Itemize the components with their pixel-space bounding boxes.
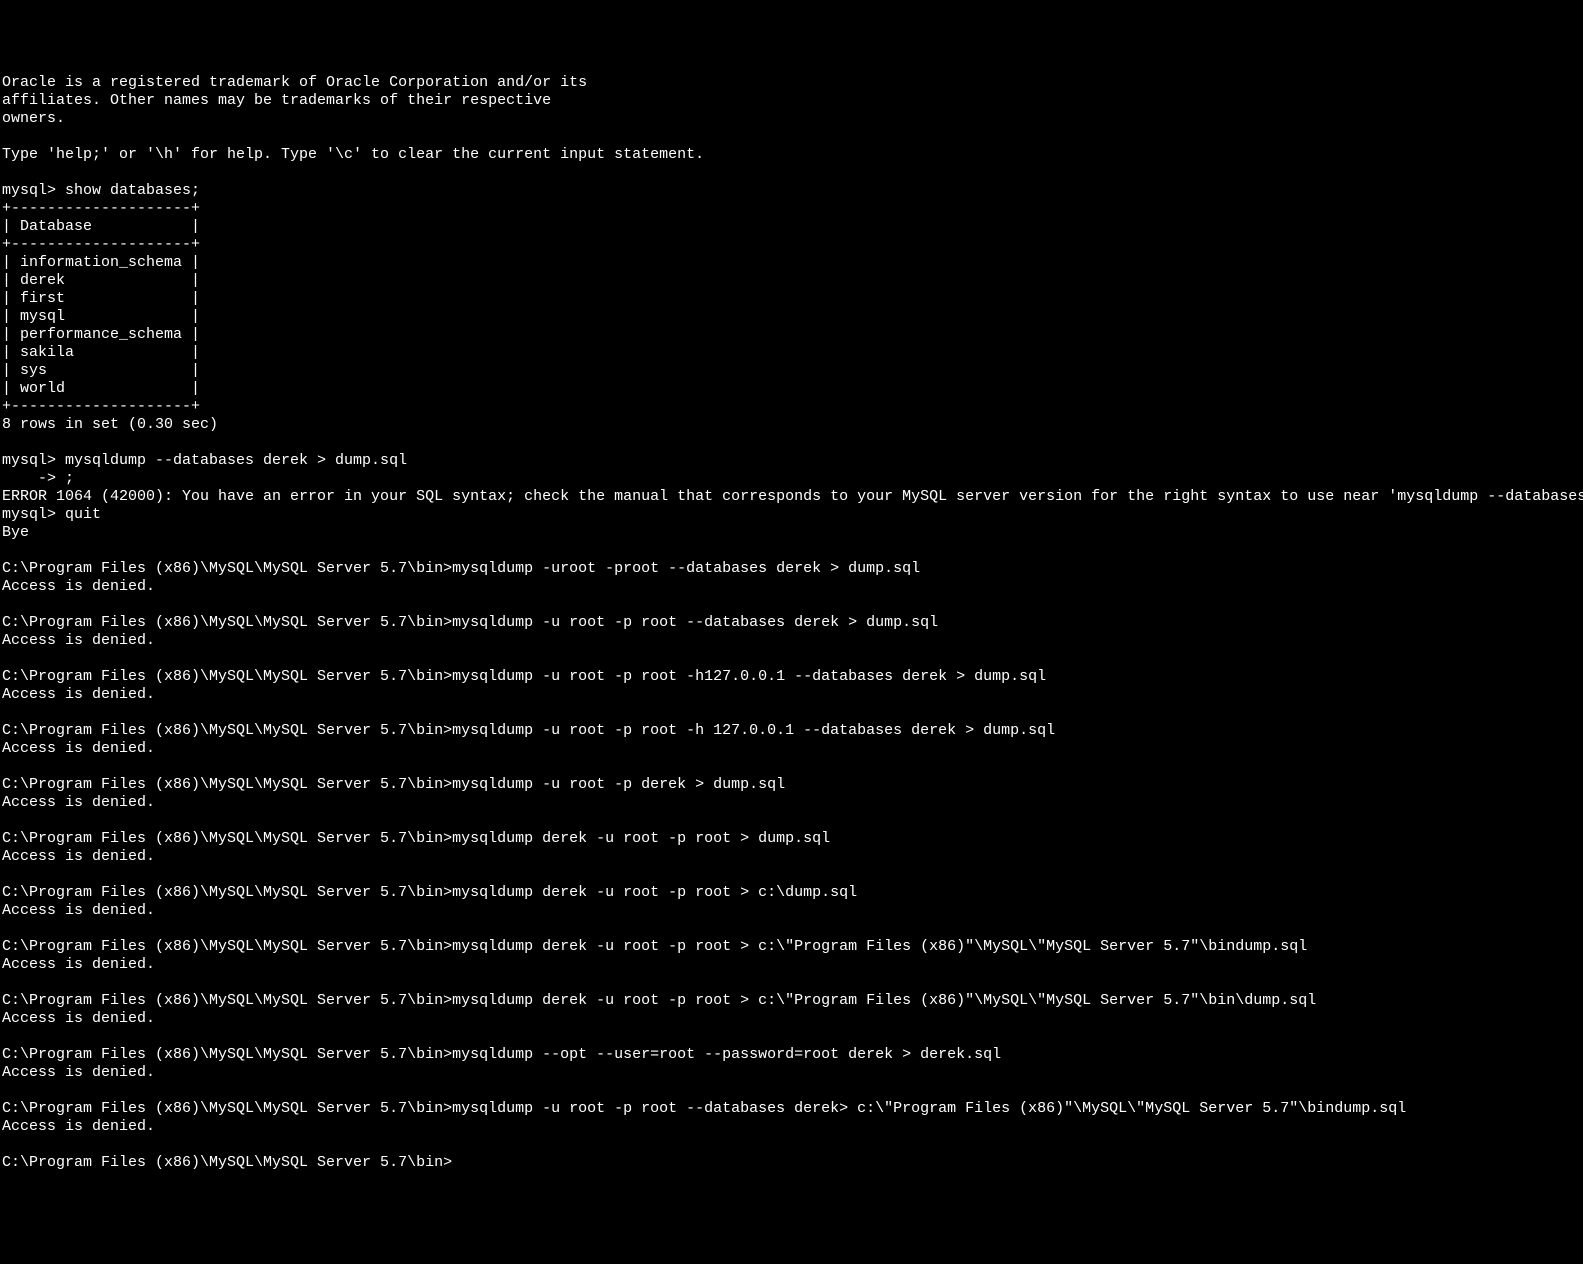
intro-line-3: owners. bbox=[2, 110, 65, 127]
table-border-bot: +--------------------+ bbox=[2, 398, 200, 415]
mysql-prompt-quit: mysql> quit bbox=[2, 506, 101, 523]
access-denied-7: Access is denied. bbox=[2, 902, 155, 919]
cmd-prompt-current[interactable]: C:\Program Files (x86)\MySQL\MySQL Serve… bbox=[2, 1154, 452, 1171]
table-row: | derek | bbox=[2, 272, 200, 289]
cmd-attempt-6: C:\Program Files (x86)\MySQL\MySQL Serve… bbox=[2, 830, 830, 847]
table-row: | mysql | bbox=[2, 308, 200, 325]
intro-line-1: Oracle is a registered trademark of Orac… bbox=[2, 74, 587, 91]
cmd-attempt-9: C:\Program Files (x86)\MySQL\MySQL Serve… bbox=[2, 992, 1316, 1009]
access-denied-3: Access is denied. bbox=[2, 686, 155, 703]
terminal-output[interactable]: Oracle is a registered trademark of Orac… bbox=[2, 74, 1581, 1172]
access-denied-10: Access is denied. bbox=[2, 1064, 155, 1081]
cmd-attempt-5: C:\Program Files (x86)\MySQL\MySQL Serve… bbox=[2, 776, 785, 793]
access-denied-8: Access is denied. bbox=[2, 956, 155, 973]
access-denied-9: Access is denied. bbox=[2, 1010, 155, 1027]
table-row: | sakila | bbox=[2, 344, 200, 361]
cmd-attempt-1: C:\Program Files (x86)\MySQL\MySQL Serve… bbox=[2, 560, 920, 577]
table-row: | sys | bbox=[2, 362, 200, 379]
table-row: | first | bbox=[2, 290, 200, 307]
mysql-bye: Bye bbox=[2, 524, 29, 541]
access-denied-4: Access is denied. bbox=[2, 740, 155, 757]
cmd-attempt-11: C:\Program Files (x86)\MySQL\MySQL Serve… bbox=[2, 1100, 1406, 1117]
access-denied-1: Access is denied. bbox=[2, 578, 155, 595]
access-denied-6: Access is denied. bbox=[2, 848, 155, 865]
access-denied-2: Access is denied. bbox=[2, 632, 155, 649]
access-denied-5: Access is denied. bbox=[2, 794, 155, 811]
cmd-attempt-10: C:\Program Files (x86)\MySQL\MySQL Serve… bbox=[2, 1046, 1001, 1063]
mysql-prompt-mysqldump: mysql> mysqldump --databases derek > dum… bbox=[2, 452, 407, 469]
table-header: | Database | bbox=[2, 218, 200, 235]
table-row: | world | bbox=[2, 380, 200, 397]
mysql-error-1064: ERROR 1064 (42000): You have an error in… bbox=[2, 488, 1583, 505]
cmd-attempt-7: C:\Program Files (x86)\MySQL\MySQL Serve… bbox=[2, 884, 857, 901]
mysql-continuation: -> ; bbox=[2, 470, 74, 487]
cmd-attempt-2: C:\Program Files (x86)\MySQL\MySQL Serve… bbox=[2, 614, 938, 631]
intro-help-line: Type 'help;' or '\h' for help. Type '\c'… bbox=[2, 146, 704, 163]
table-row: | information_schema | bbox=[2, 254, 200, 271]
table-footer: 8 rows in set (0.30 sec) bbox=[2, 416, 218, 433]
access-denied-11: Access is denied. bbox=[2, 1118, 155, 1135]
table-border-top: +--------------------+ bbox=[2, 200, 200, 217]
intro-line-2: affiliates. Other names may be trademark… bbox=[2, 92, 551, 109]
cmd-attempt-4: C:\Program Files (x86)\MySQL\MySQL Serve… bbox=[2, 722, 1055, 739]
cmd-attempt-3: C:\Program Files (x86)\MySQL\MySQL Serve… bbox=[2, 668, 1046, 685]
mysql-prompt-show-databases: mysql> show databases; bbox=[2, 182, 200, 199]
table-row: | performance_schema | bbox=[2, 326, 200, 343]
table-border-sep: +--------------------+ bbox=[2, 236, 200, 253]
cmd-attempt-8: C:\Program Files (x86)\MySQL\MySQL Serve… bbox=[2, 938, 1307, 955]
